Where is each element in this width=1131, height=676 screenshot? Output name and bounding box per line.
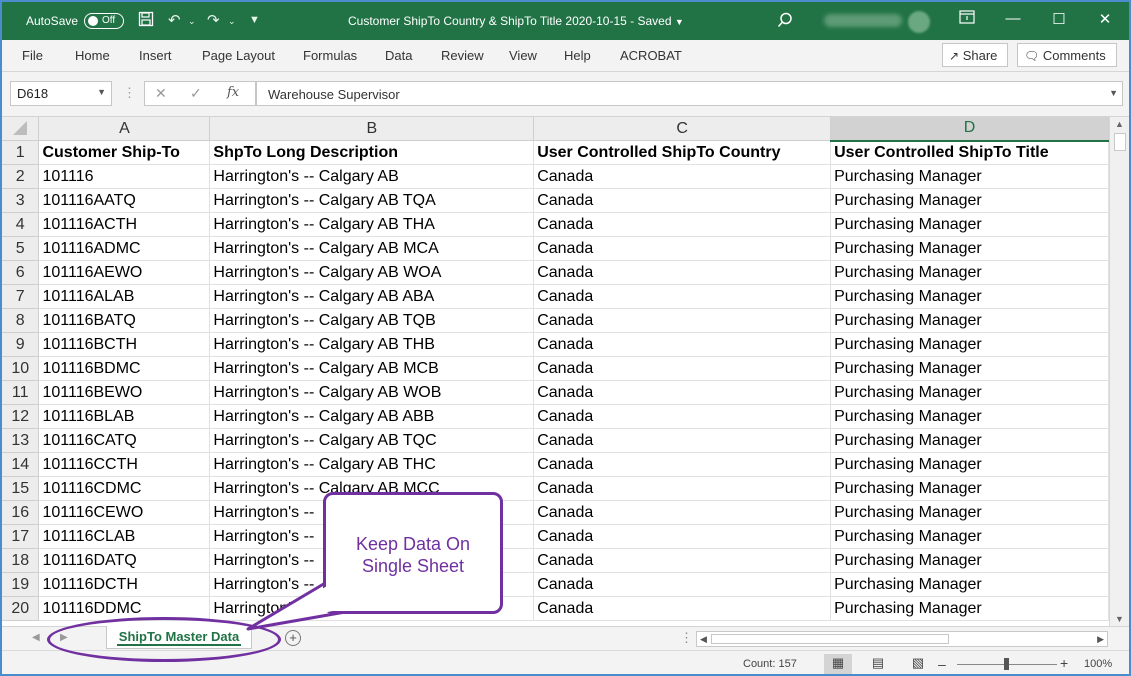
callout-pointer-cover (256, 581, 348, 626)
excel-window: AutoSave Off ↶ ⌄ ↷ ⌄ ▼ Customer ShipTo C… (0, 0, 1131, 676)
sheet-tab-highlight-oval (47, 617, 281, 662)
